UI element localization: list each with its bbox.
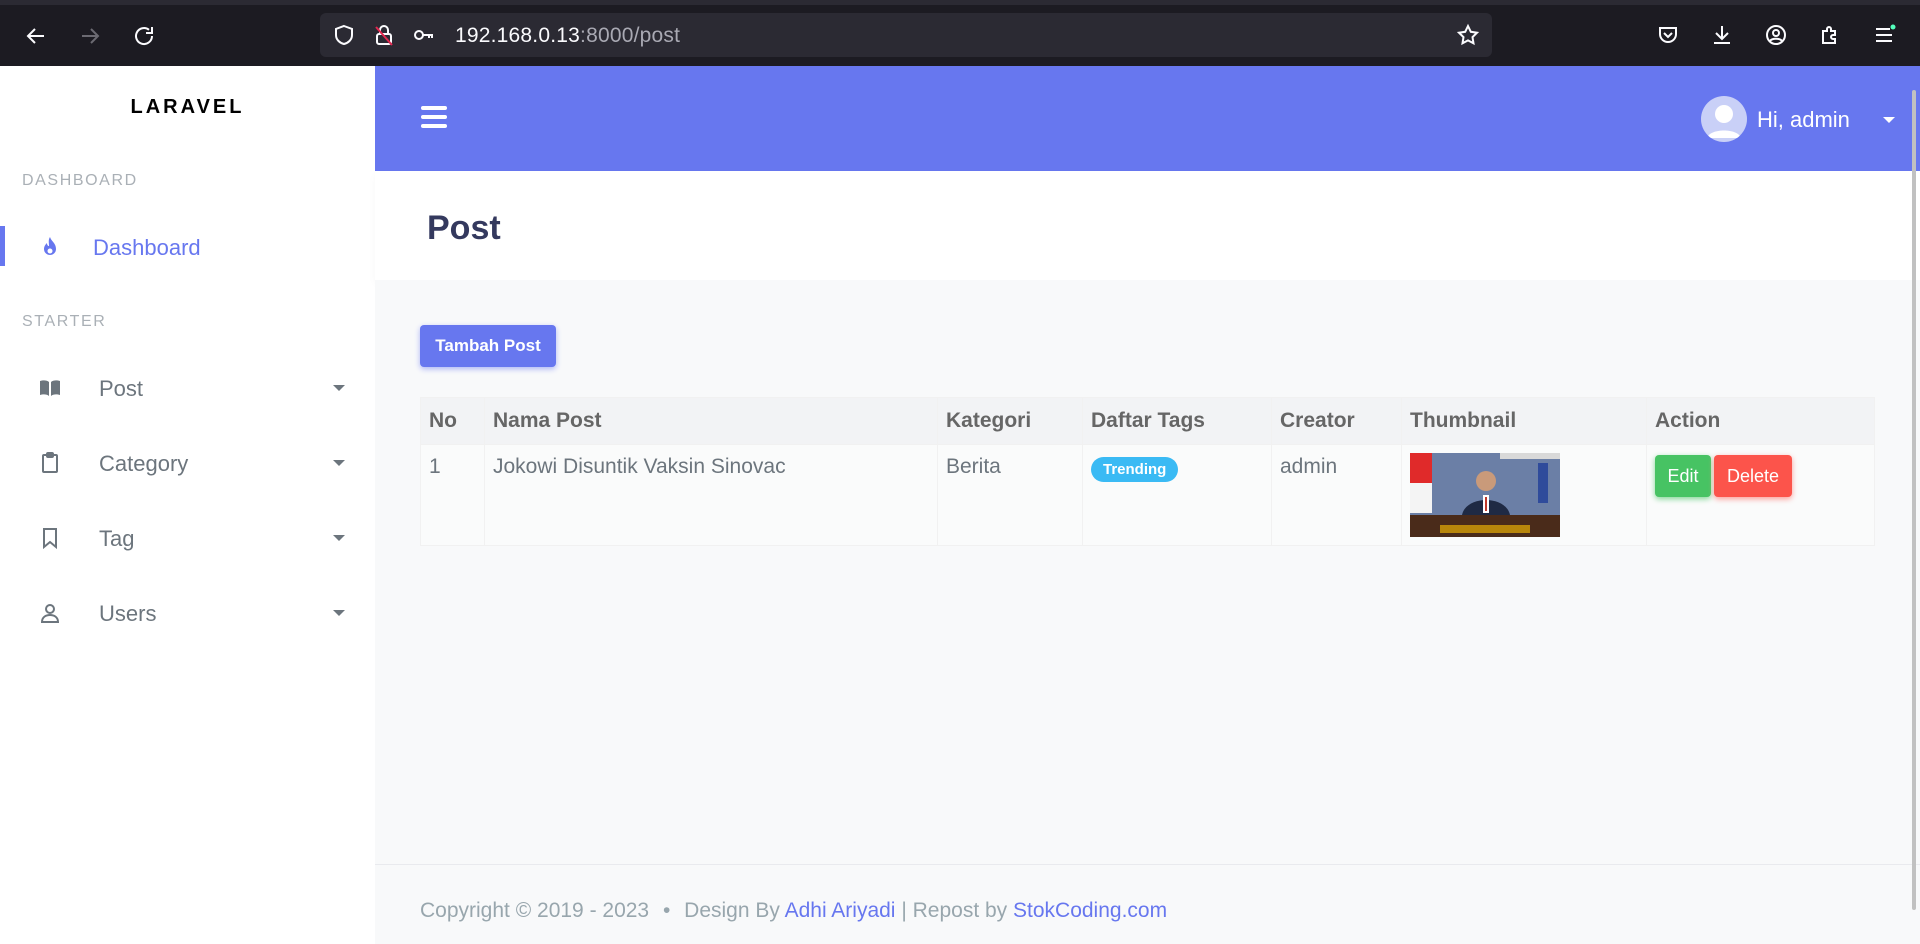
- sidebar-item-label: Dashboard: [93, 235, 201, 260]
- sidebar-item-label: Users: [99, 601, 157, 626]
- column-header-thumbnail: Thumbnail: [1401, 397, 1647, 445]
- footer: Copyright © 2019 - 2023 • Design By Adhi…: [375, 864, 1920, 944]
- page-title: Post: [427, 209, 501, 247]
- cell-category: Berita: [937, 444, 1083, 546]
- add-post-button[interactable]: Tambah Post: [420, 325, 556, 367]
- column-header-action: Action: [1646, 397, 1875, 445]
- table-header-row: No Nama Post Kategori Daftar Tags Creato…: [420, 397, 1875, 445]
- browser-toolbar: 192.168.0.13:8000/post: [0, 0, 1920, 66]
- insecure-lock-icon[interactable]: [372, 23, 396, 47]
- tab-strip: [0, 0, 1920, 5]
- sidebar-item-label: Tag: [99, 526, 135, 551]
- copyright-text: Copyright © 2019 - 2023: [420, 899, 650, 922]
- address-bar[interactable]: 192.168.0.13:8000/post: [320, 13, 1492, 57]
- top-navbar: Hi, admin: [375, 66, 1920, 171]
- column-header-creator: Creator: [1271, 397, 1402, 445]
- pocket-icon[interactable]: [1650, 17, 1686, 53]
- clipboard-icon: [42, 452, 58, 473]
- sidebar-item-label: Category: [99, 451, 189, 476]
- repost-label: | Repost by: [901, 899, 1008, 922]
- table-row: 1 Jokowi Disuntik Vaksin Sinovac Berita …: [420, 444, 1875, 546]
- cell-thumbnail: [1401, 444, 1647, 546]
- column-header-category: Kategori: [937, 397, 1083, 445]
- sidebar-item-label: Post: [99, 376, 144, 401]
- extensions-icon[interactable]: [1812, 17, 1848, 53]
- reload-icon[interactable]: [126, 18, 162, 54]
- delete-button[interactable]: Delete: [1714, 455, 1792, 497]
- chevron-down-icon: [333, 610, 345, 616]
- column-header-name: Nama Post: [484, 397, 938, 445]
- sidebar-item-dashboard[interactable]: Dashboard: [0, 222, 375, 272]
- cell-post-name: Jokowi Disuntik Vaksin Sinovac: [484, 444, 938, 546]
- post-thumbnail: [1410, 453, 1560, 537]
- sidebar-item-post[interactable]: Post: [0, 363, 375, 413]
- main-content: Tambah Post No Nama Post Kategori Daftar…: [375, 280, 1920, 864]
- author-link[interactable]: Adhi Ariyadi: [785, 899, 896, 922]
- cell-creator: admin: [1271, 444, 1402, 546]
- active-indicator: [0, 226, 5, 266]
- menu-header-dashboard: DASHBOARD: [22, 172, 138, 189]
- user-greeting[interactable]: Hi, admin: [1757, 107, 1850, 133]
- sidebar-item-tag[interactable]: Tag: [0, 513, 375, 563]
- sidebar-toggle-icon[interactable]: [421, 106, 447, 130]
- avatar[interactable]: [1701, 96, 1747, 142]
- account-icon[interactable]: [1758, 17, 1794, 53]
- sidebar: LARAVEL DASHBOARD Dashboard STARTER Post…: [0, 66, 375, 944]
- tag-badge: Trending: [1091, 457, 1179, 482]
- page-scrollbar[interactable]: [1912, 90, 1916, 910]
- download-icon[interactable]: [1704, 17, 1740, 53]
- footer-text: Copyright © 2019 - 2023 • Design By Adhi…: [420, 899, 1167, 923]
- section-header: Post: [375, 171, 1920, 280]
- brand-logo[interactable]: LARAVEL: [0, 96, 375, 119]
- back-icon[interactable]: [18, 18, 54, 54]
- chevron-down-icon[interactable]: [1883, 117, 1895, 123]
- key-icon[interactable]: [412, 23, 436, 47]
- chevron-down-icon: [333, 460, 345, 466]
- column-header-no: No: [420, 397, 485, 445]
- sidebar-item-users[interactable]: Users: [0, 588, 375, 638]
- user-dropdown[interactable]: Hi, admin: [1701, 96, 1901, 142]
- app-menu-icon[interactable]: [1866, 17, 1902, 53]
- star-icon[interactable]: [1456, 23, 1480, 47]
- fire-icon: [44, 237, 56, 255]
- column-header-tags: Daftar Tags: [1082, 397, 1272, 445]
- design-by-label: Design By: [684, 899, 780, 922]
- bookmark-icon: [43, 528, 57, 550]
- posts-table: No Nama Post Kategori Daftar Tags Creato…: [420, 397, 1875, 546]
- sidebar-item-category[interactable]: Category: [0, 438, 375, 488]
- cell-no: 1: [420, 444, 485, 546]
- chevron-down-icon: [333, 385, 345, 391]
- cell-tags: Trending: [1082, 444, 1272, 546]
- cell-action: Edit Delete: [1646, 444, 1875, 546]
- edit-button[interactable]: Edit: [1655, 455, 1711, 497]
- url-text[interactable]: 192.168.0.13:8000/post: [455, 24, 680, 48]
- book-icon: [40, 380, 60, 396]
- user-icon: [40, 604, 60, 623]
- chevron-down-icon: [333, 535, 345, 541]
- footer-separator: •: [662, 899, 671, 922]
- forward-icon[interactable]: [72, 18, 108, 54]
- menu-header-starter: STARTER: [22, 313, 107, 330]
- site-link[interactable]: StokCoding.com: [1013, 899, 1167, 922]
- shield-icon[interactable]: [332, 23, 356, 47]
